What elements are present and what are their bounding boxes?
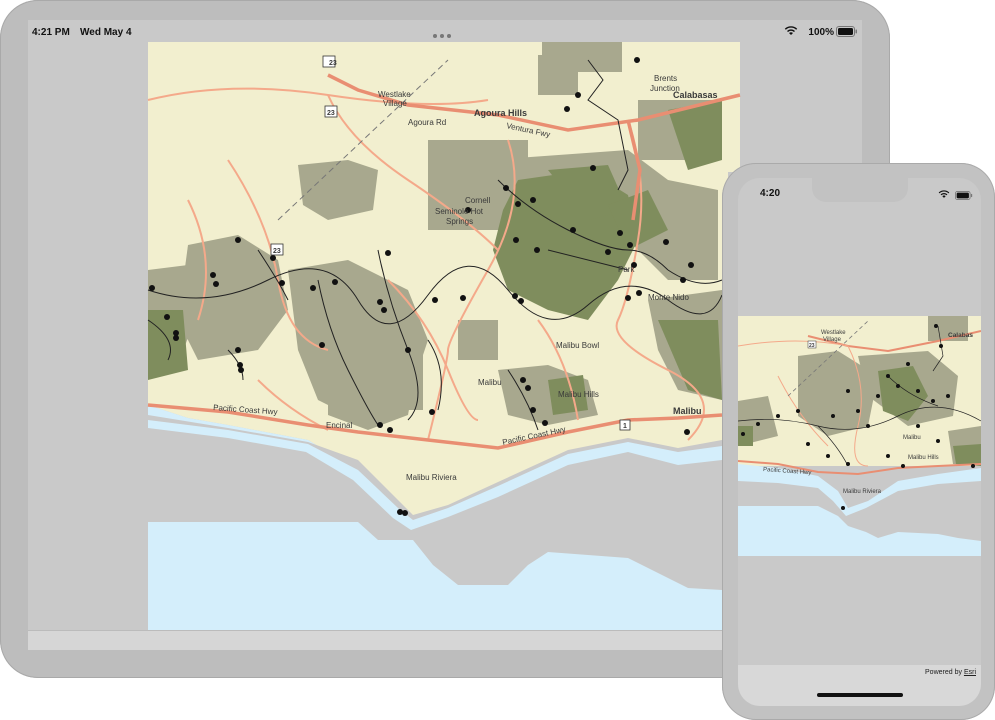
place-label: Encinal: [326, 421, 352, 430]
phone-screen: 4:20 23 Westlake Village Calabas Malibu …: [738, 178, 981, 706]
shield-23-label: 23: [809, 343, 815, 349]
battery-icon: [954, 187, 974, 205]
place-label: Malibu: [478, 378, 502, 387]
place-label: Brents: [654, 74, 677, 83]
phone-notch: [812, 178, 908, 202]
place-label: Malibu Riviera: [406, 473, 457, 482]
esri-attribution[interactable]: Powered by Esri: [925, 669, 976, 676]
wifi-icon: [938, 186, 950, 204]
phone-attribution-bar: Powered by Esri: [738, 665, 981, 706]
shield-23-label: 23: [273, 248, 281, 255]
place-label: Park: [618, 265, 635, 274]
shield-23-label: 23: [329, 60, 337, 67]
place-label: Malibu Hills: [558, 390, 599, 399]
road-label: Agoura Rd: [408, 118, 446, 127]
city-label: Malibu: [673, 406, 702, 416]
home-indicator[interactable]: [817, 693, 903, 697]
place-label: Malibu Riviera: [843, 489, 882, 495]
shield-23-label: 23: [327, 110, 335, 117]
place-label: Cornell: [465, 196, 491, 205]
place-label: Malibu Hills: [908, 455, 939, 461]
place-label: Westlake: [821, 330, 846, 336]
esri-link[interactable]: Esri: [964, 669, 976, 676]
status-time: 4:20: [760, 188, 781, 199]
place-label: Village: [383, 99, 407, 108]
city-label: Calabasas: [673, 90, 718, 100]
place-label: Westlake: [378, 90, 411, 99]
shield-1-label: 1: [623, 423, 627, 430]
place-label: Village: [823, 337, 842, 343]
city-label: Agoura Hills: [474, 108, 527, 118]
city-label: Calabas: [948, 332, 973, 339]
place-label: Seminole Hot: [435, 207, 484, 216]
place-label: Monte Nido: [648, 293, 689, 302]
phone-map-view[interactable]: 23 Westlake Village Calabas Malibu Malib…: [738, 316, 981, 566]
attribution-prefix: Powered by: [925, 669, 962, 676]
place-label: Springs: [446, 217, 473, 226]
place-label: Malibu Bowl: [556, 341, 599, 350]
place-label: Malibu: [903, 435, 921, 441]
